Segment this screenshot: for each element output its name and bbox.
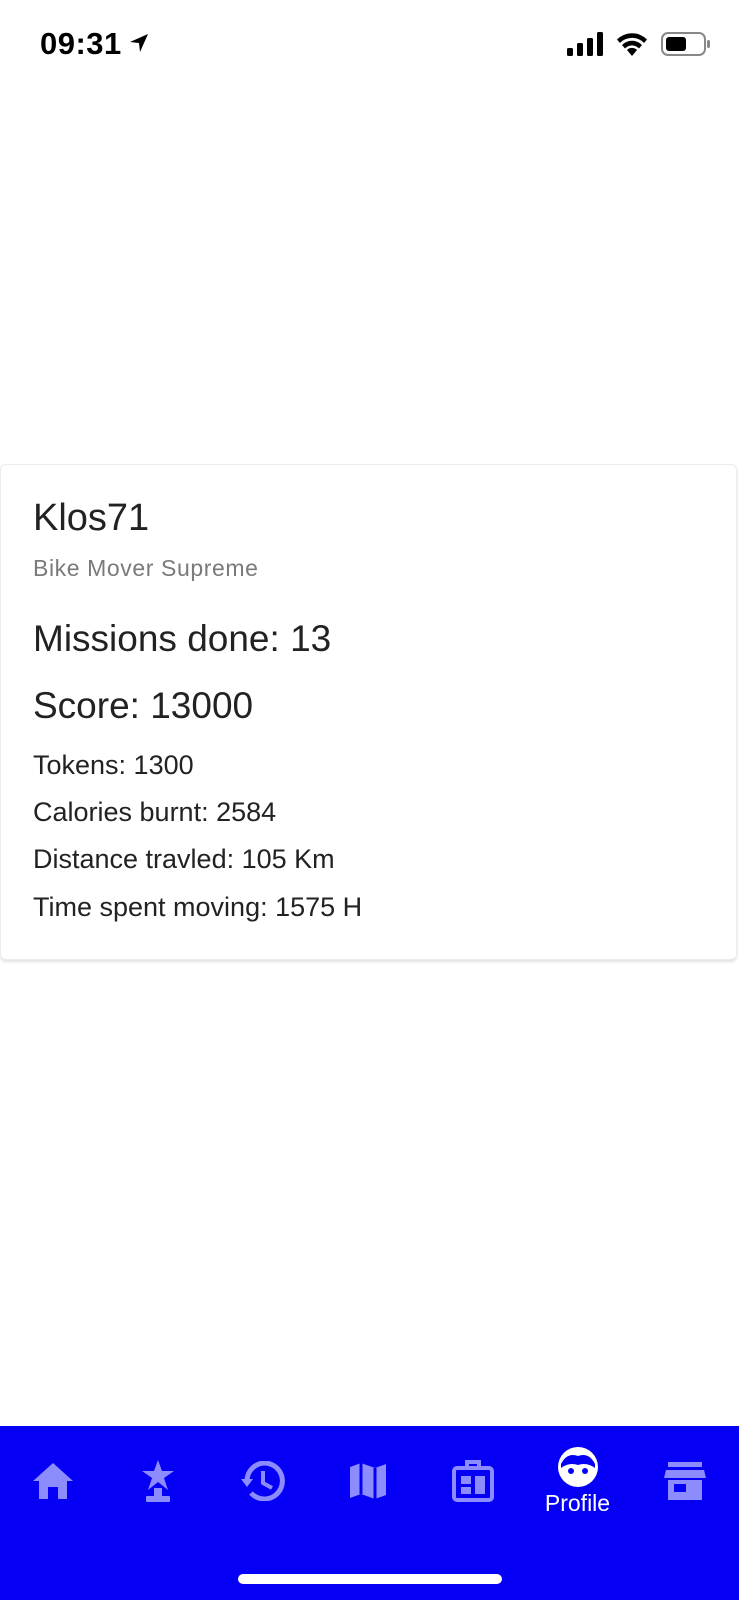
status-time: 09:31 <box>40 26 122 61</box>
user-rank: Bike Mover Supreme <box>33 555 259 581</box>
store-icon <box>663 1462 706 1500</box>
status-time-group: 09:31 <box>40 26 150 62</box>
battery-icon <box>661 32 711 61</box>
status-bar: 09:31 <box>0 0 739 92</box>
award-icon <box>140 1460 176 1502</box>
missions-done: Missions done: 13 <box>33 618 332 659</box>
profile-screen: 09:31 Klos71 Bike Mover Supreme Missions… <box>0 0 739 1600</box>
nav-label-profile: Profile <box>544 1489 611 1516</box>
nav-item-dashboard[interactable] <box>420 1426 525 1536</box>
nav-item-home[interactable] <box>0 1426 105 1536</box>
cellular-signal-icon <box>567 32 603 61</box>
map-icon <box>348 1461 388 1501</box>
nav-item-achievements[interactable] <box>105 1426 210 1536</box>
history-icon <box>240 1461 285 1501</box>
tokens-stat: Tokens: 1300 <box>33 750 194 780</box>
nav-item-store[interactable] <box>632 1426 737 1536</box>
score: Score: 13000 <box>33 685 254 726</box>
calories-stat: Calories burnt: 2584 <box>33 797 277 827</box>
nav-item-history[interactable] <box>210 1426 315 1536</box>
nav-item-profile[interactable]: Profile <box>525 1426 630 1536</box>
home-icon <box>31 1461 75 1501</box>
distance-stat: Distance travled: 105 Km <box>33 844 335 874</box>
face-icon <box>557 1446 599 1488</box>
status-icons <box>553 32 711 61</box>
time-moving-stat: Time spent moving: 1575 H <box>33 892 363 922</box>
profile-card: Klos71 Bike Mover Supreme Missions done:… <box>0 464 737 960</box>
wifi-icon <box>617 32 647 61</box>
home-indicator[interactable] <box>238 1574 502 1584</box>
location-arrow-icon <box>128 26 150 62</box>
nav-item-map[interactable] <box>315 1426 420 1536</box>
bottom-nav: Profile <box>0 1426 739 1600</box>
username: Klos71 <box>33 497 150 539</box>
dashboard-icon <box>451 1460 494 1502</box>
